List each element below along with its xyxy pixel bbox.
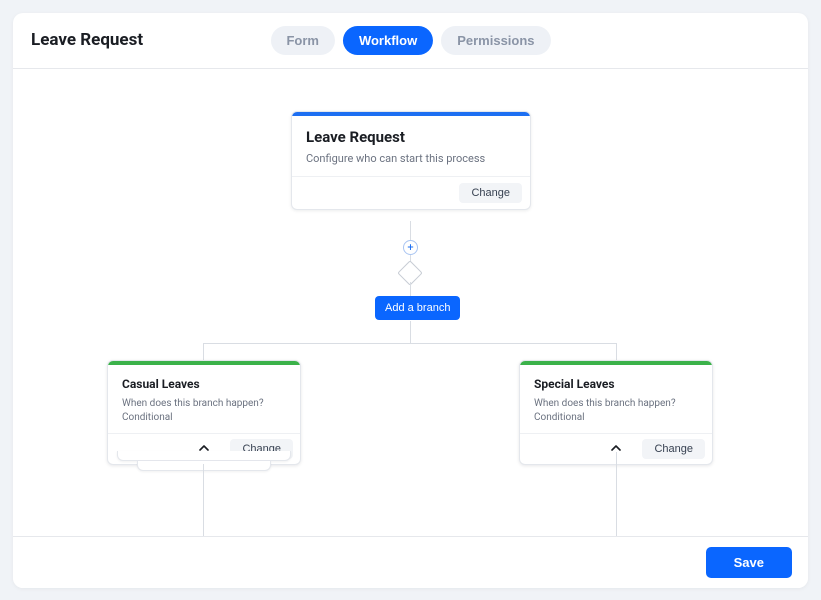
header: Leave Request Form Workflow Permissions xyxy=(13,13,808,69)
branch-node-special-leaves[interactable]: Special Leaves When does this branch hap… xyxy=(519,360,713,465)
app-window: Leave Request Form Workflow Permissions … xyxy=(13,13,808,588)
connector-line xyxy=(203,343,617,344)
card-body: Leave Request Configure who can start th… xyxy=(292,116,530,176)
branch-node-casual-leaves[interactable]: Casual Leaves When does this branch happ… xyxy=(107,360,301,465)
tab-workflow[interactable]: Workflow xyxy=(343,26,433,55)
tab-group: Form Workflow Permissions xyxy=(270,26,550,55)
branch-question: When does this branch happen? xyxy=(534,397,698,411)
start-node-title: Leave Request xyxy=(306,128,516,146)
connector-line xyxy=(410,321,411,343)
card-body: Special Leaves When does this branch hap… xyxy=(520,365,712,433)
branch-question: When does this branch happen? xyxy=(122,397,286,411)
card-stack-shadow xyxy=(137,461,271,471)
add-branch-button[interactable]: Add a branch xyxy=(375,296,460,320)
footer: Save xyxy=(13,536,808,588)
connector-line xyxy=(616,343,617,361)
branch-condition: Conditional xyxy=(534,412,698,423)
add-step-icon[interactable]: + xyxy=(403,240,418,255)
page-title: Leave Request xyxy=(31,30,143,50)
card-footer: Change xyxy=(292,176,530,209)
card-body: Casual Leaves When does this branch happ… xyxy=(108,365,300,433)
start-node-change-button[interactable]: Change xyxy=(459,183,522,203)
start-node[interactable]: Leave Request Configure who can start th… xyxy=(291,111,531,210)
branch-title: Casual Leaves xyxy=(122,377,286,391)
connector-line xyxy=(203,464,204,536)
card-stack-shadow xyxy=(117,451,291,461)
connector-line xyxy=(410,282,411,296)
tab-form[interactable]: Form xyxy=(270,26,335,55)
tab-permissions[interactable]: Permissions xyxy=(441,26,550,55)
branch-condition: Conditional xyxy=(122,412,286,423)
workflow-canvas[interactable]: Leave Request Configure who can start th… xyxy=(13,69,808,536)
connector-line xyxy=(203,343,204,361)
start-node-description: Configure who can start this process xyxy=(306,151,516,166)
connector-line xyxy=(616,452,617,536)
save-button[interactable]: Save xyxy=(706,547,792,578)
branch-change-button[interactable]: Change xyxy=(642,439,705,459)
branch-title: Special Leaves xyxy=(534,377,698,391)
connector-line xyxy=(410,221,411,241)
